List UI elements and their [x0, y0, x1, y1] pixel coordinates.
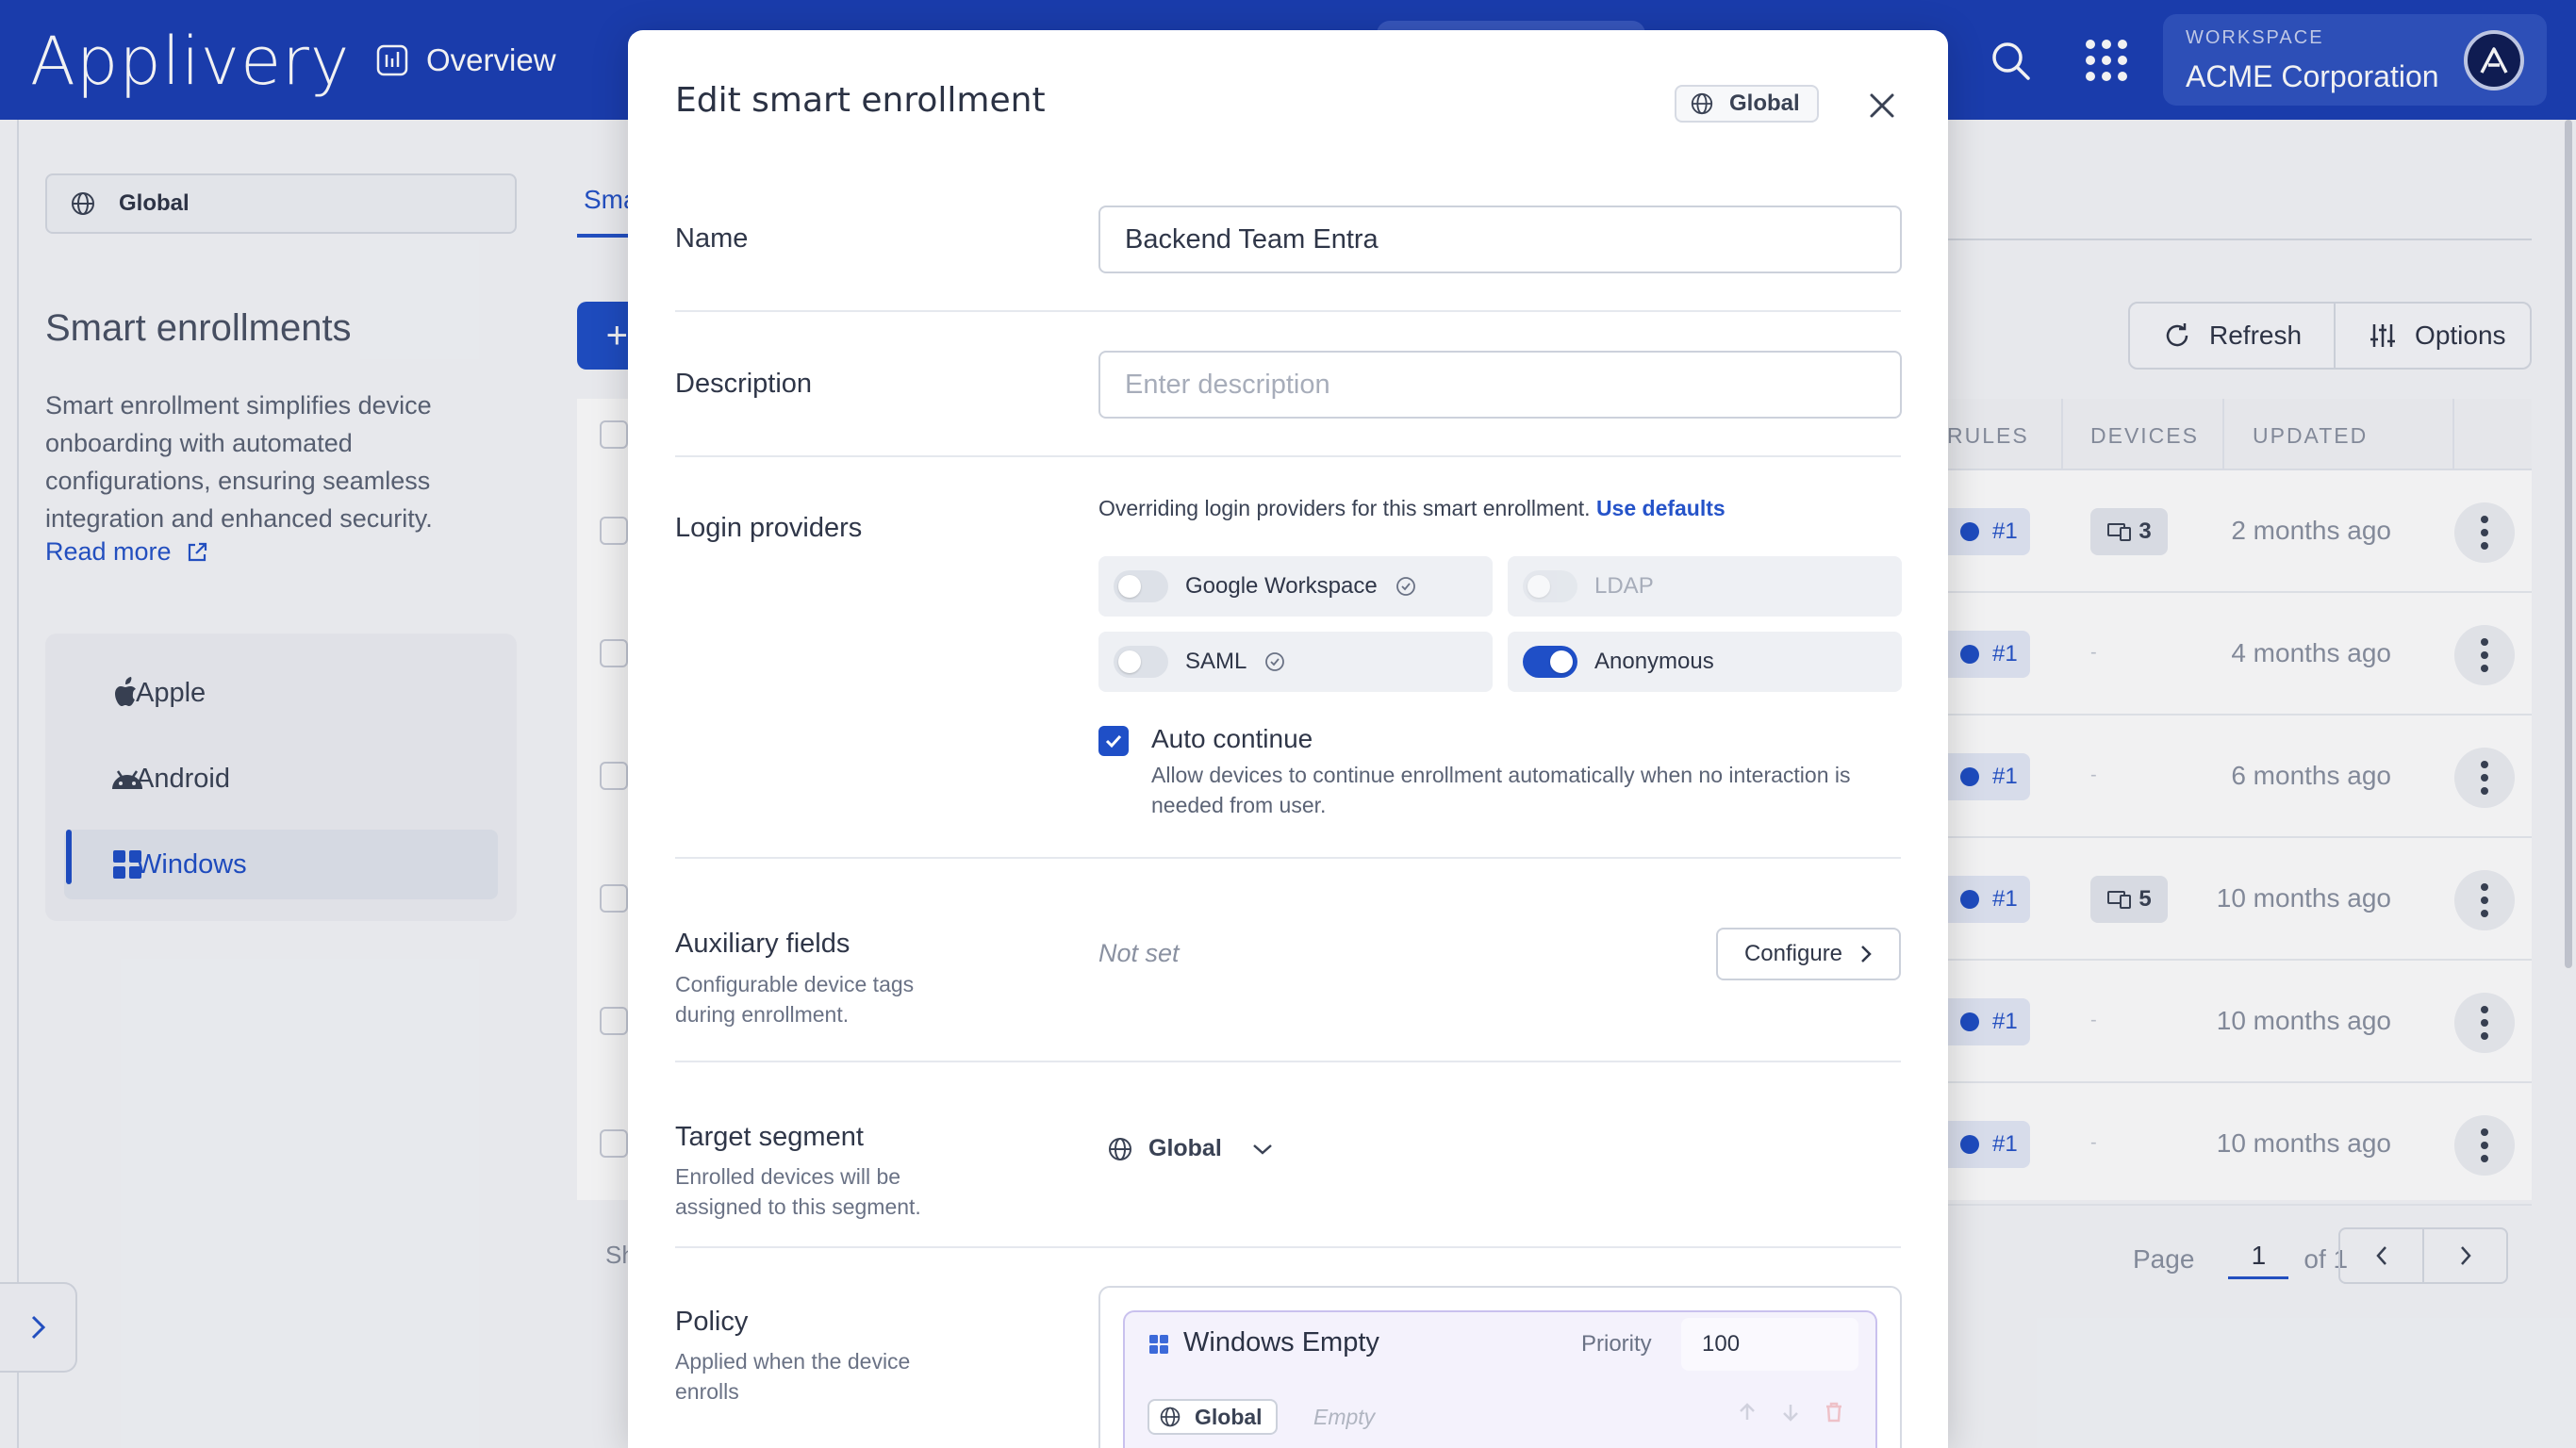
priority-input[interactable]: 100 — [1681, 1318, 1858, 1371]
windows-icon — [1149, 1335, 1168, 1354]
verified-icon — [1395, 577, 1415, 596]
policy-sub: Applied when the device enrolls — [675, 1349, 911, 1404]
target-segment-value: Global — [1148, 1135, 1222, 1161]
description-label: Description — [675, 369, 813, 399]
login-providers-label: Login providers — [675, 513, 863, 543]
auxiliary-fields-value: Not set — [1098, 939, 1180, 967]
google-workspace-toggle[interactable] — [1114, 570, 1168, 602]
auto-continue-checkbox[interactable] — [1098, 726, 1129, 756]
login-providers-note: Overriding login providers for this smar… — [1098, 496, 1726, 521]
chevron-down-icon — [1252, 1144, 1272, 1155]
section-divider — [675, 1061, 1901, 1062]
arrow-down-icon[interactable] — [1779, 1401, 1802, 1423]
policy-actions — [1736, 1401, 1845, 1423]
saml-toggle[interactable] — [1114, 646, 1168, 678]
chevron-right-icon — [1861, 946, 1872, 963]
modal-scope-label: Global — [1729, 90, 1800, 116]
name-label: Name — [675, 223, 749, 254]
login-providers-note-text: Overriding login providers for this smar… — [1098, 496, 1591, 520]
modal-scope-badge: Global — [1675, 85, 1819, 123]
provider-label: Google Workspace — [1185, 573, 1378, 599]
auto-continue-description: Allow devices to continue enrollment aut… — [1151, 763, 1851, 817]
arrow-up-icon[interactable] — [1736, 1401, 1759, 1423]
check-icon — [1105, 734, 1122, 749]
policy-scope-label: Global — [1195, 1404, 1263, 1429]
section-divider — [675, 310, 1901, 312]
use-defaults-link[interactable]: Use defaults — [1596, 496, 1726, 520]
globe-icon — [1691, 92, 1713, 115]
description-input[interactable] — [1098, 351, 1902, 419]
provider-saml[interactable]: SAML — [1098, 632, 1493, 692]
target-segment-sub: Enrolled devices will be assigned to thi… — [675, 1164, 921, 1219]
provider-label: SAML — [1185, 649, 1247, 674]
section-divider — [675, 857, 1901, 859]
name-input[interactable] — [1098, 206, 1902, 273]
trash-icon[interactable] — [1823, 1401, 1845, 1423]
policy-label: Policy — [675, 1307, 749, 1337]
auxiliary-fields-label: Auxiliary fields — [675, 929, 850, 959]
provider-ldap: LDAP — [1508, 556, 1902, 617]
policy-empty-text: Empty — [1313, 1405, 1376, 1429]
provider-label: LDAP — [1594, 573, 1654, 599]
globe-icon — [1109, 1137, 1131, 1160]
close-icon — [1870, 93, 1894, 118]
section-divider — [675, 455, 1901, 457]
edit-smart-enrollment-modal: Edit smart enrollment Global Name Descri… — [628, 30, 1948, 1448]
ldap-toggle — [1523, 570, 1577, 602]
globe-icon — [1160, 1407, 1181, 1427]
provider-google-workspace[interactable]: Google Workspace — [1098, 556, 1493, 617]
auxiliary-fields-sub: Configurable device tags during enrollme… — [675, 972, 915, 1027]
modal-title: Edit smart enrollment — [675, 81, 1046, 120]
target-segment-label: Target segment — [675, 1122, 864, 1152]
anonymous-toggle[interactable] — [1523, 646, 1577, 678]
auto-continue-label[interactable]: Auto continue — [1151, 724, 1313, 754]
configure-label: Configure — [1743, 941, 1843, 966]
target-segment-dropdown[interactable]: Global — [1107, 1135, 1275, 1162]
configure-button[interactable]: Configure — [1716, 928, 1901, 980]
close-button[interactable] — [1859, 83, 1905, 128]
section-divider — [675, 1246, 1901, 1248]
verified-icon — [1265, 652, 1285, 671]
provider-anonymous[interactable]: Anonymous — [1508, 632, 1902, 692]
provider-label: Anonymous — [1594, 649, 1714, 674]
policy-scope-badge: Global — [1148, 1399, 1278, 1435]
priority-label: Priority — [1581, 1331, 1652, 1357]
policy-name: Windows Empty — [1183, 1327, 1379, 1358]
policy-card[interactable]: Windows Empty Priority 100 Global Empty — [1123, 1310, 1877, 1448]
